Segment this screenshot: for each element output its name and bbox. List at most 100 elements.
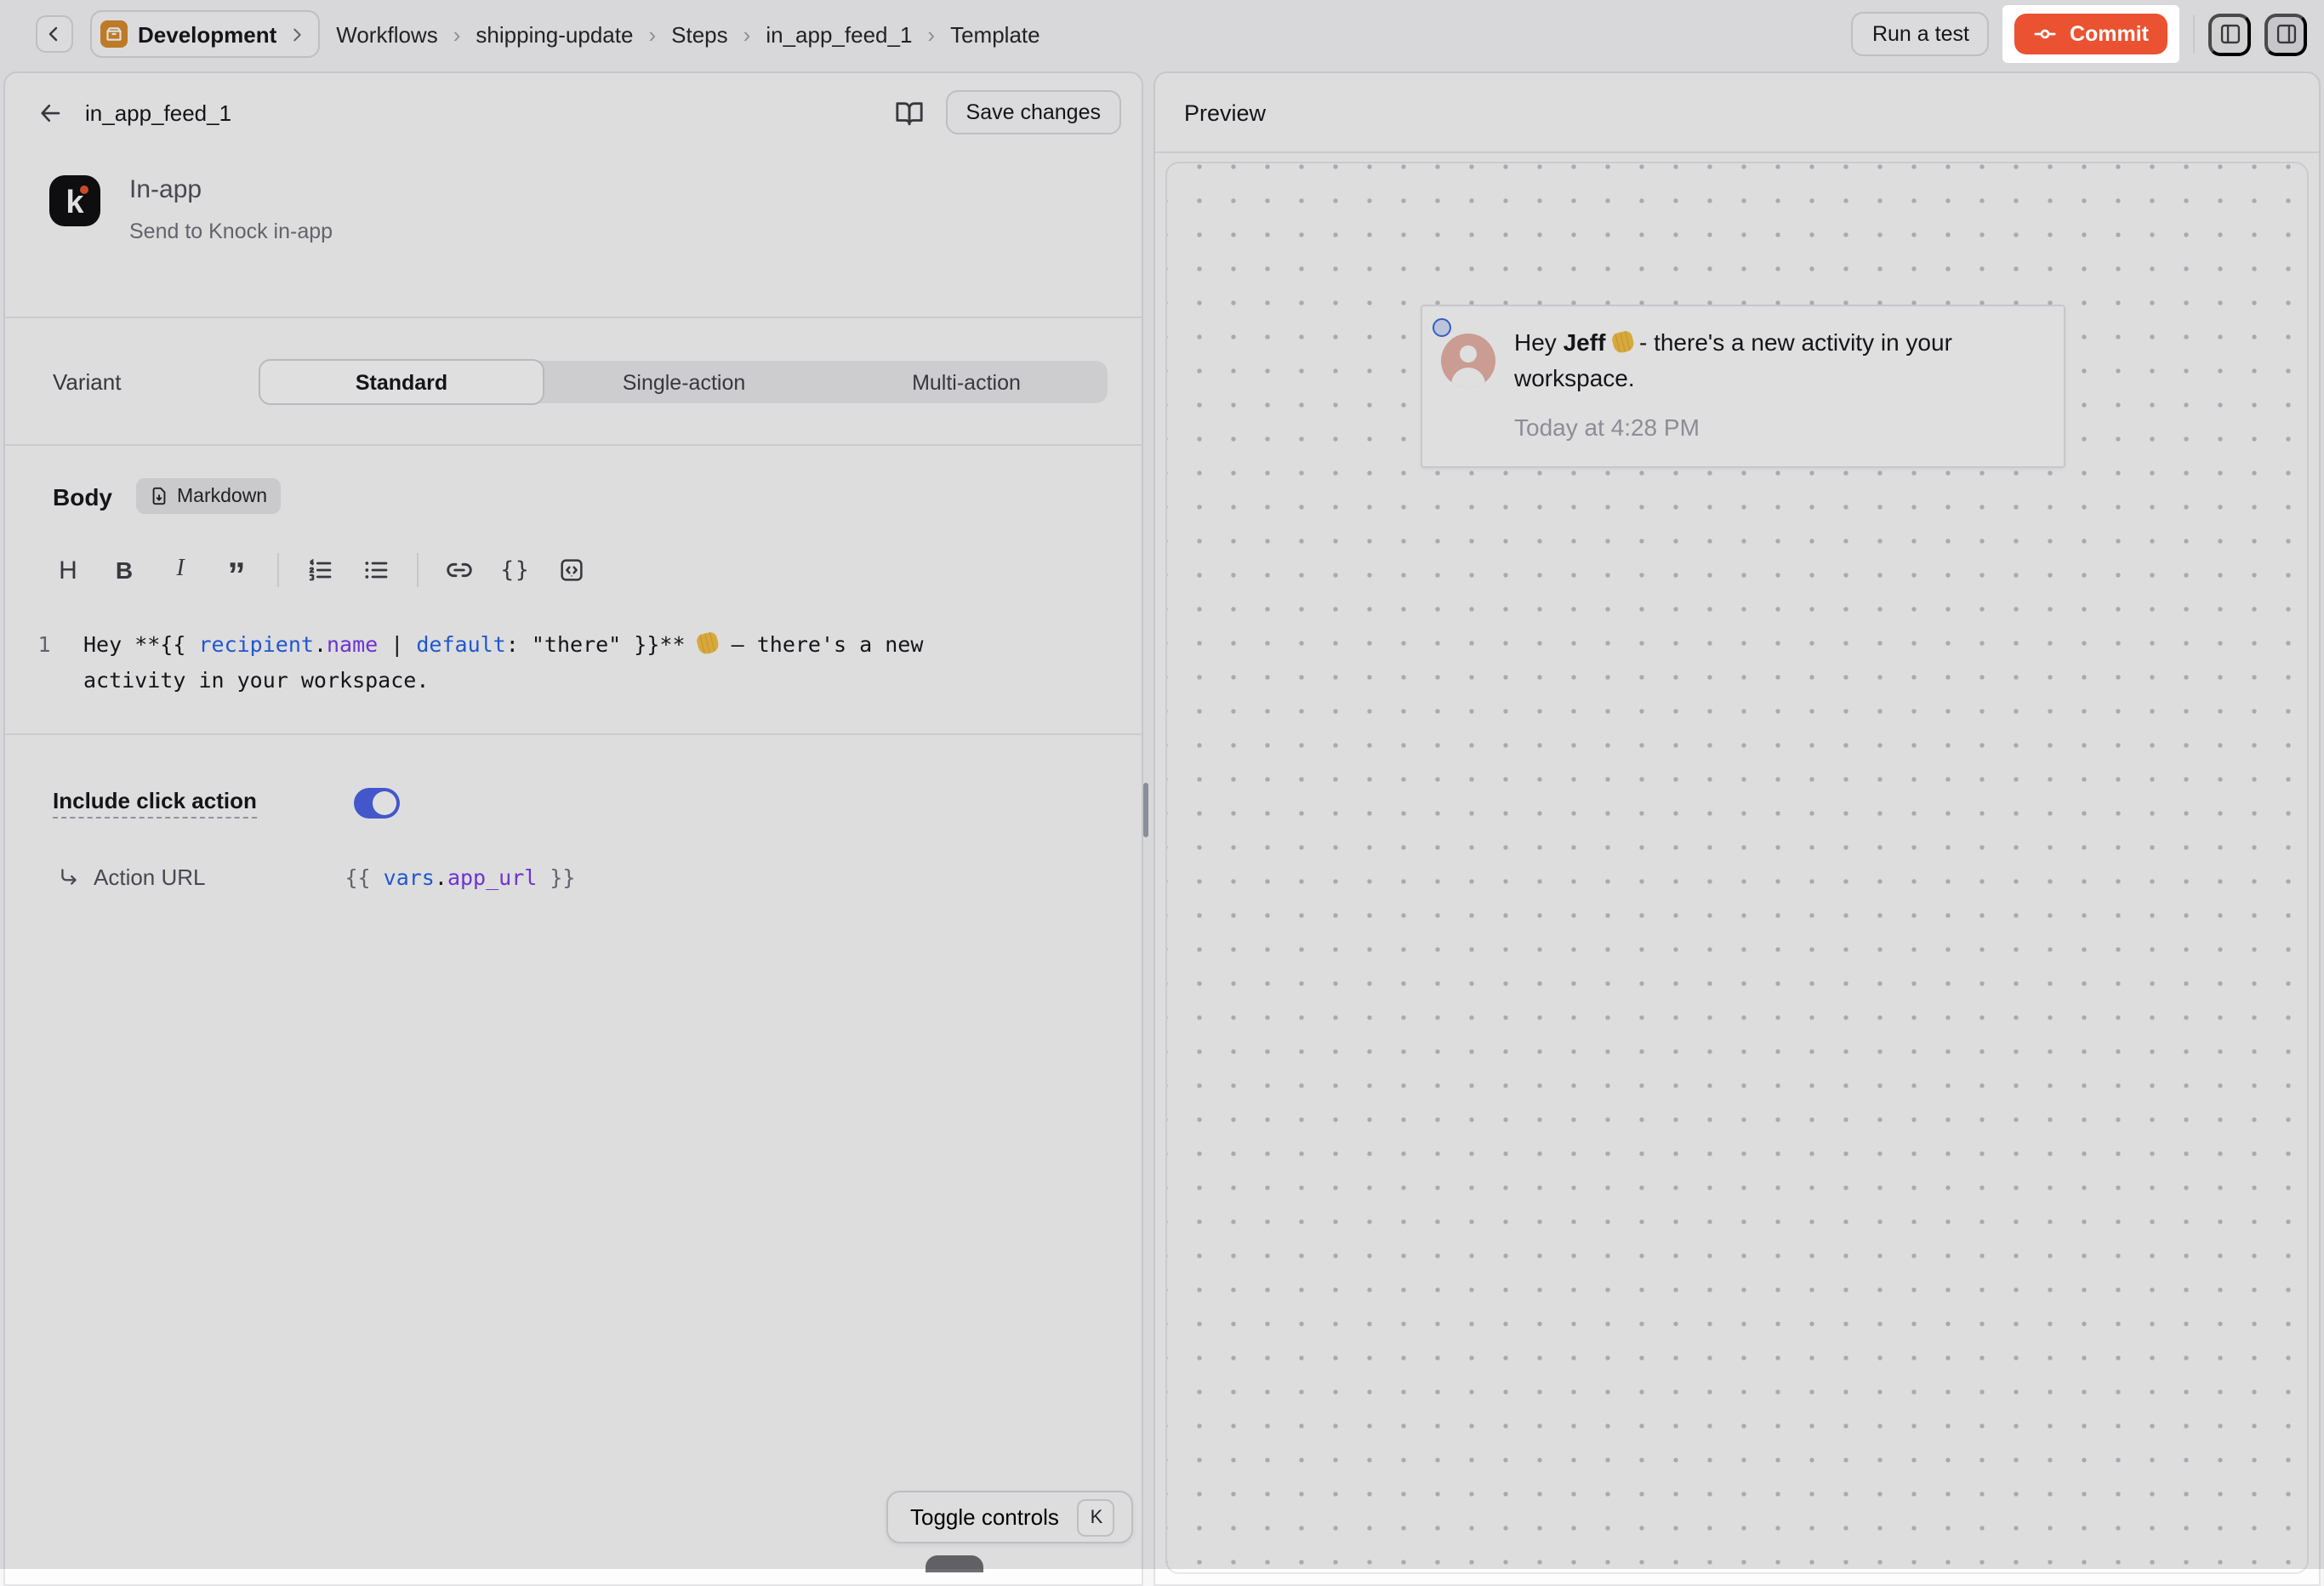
file-down-icon xyxy=(150,487,168,505)
environment-label: Development xyxy=(138,21,276,47)
unread-indicator-dot xyxy=(1433,318,1451,337)
breadcrumb-step-name[interactable]: in_app_feed_1 xyxy=(766,21,912,47)
code-token-variable: recipient xyxy=(198,631,313,657)
chevron-right-icon: › xyxy=(453,21,461,47)
include-click-action-row: Include click action xyxy=(5,735,1142,819)
corner-down-right-icon xyxy=(58,866,80,888)
toggle-controls-label: Toggle controls xyxy=(910,1504,1059,1530)
save-changes-button[interactable]: Save changes xyxy=(946,90,1121,134)
url-token: . xyxy=(435,864,447,890)
chevron-right-icon: › xyxy=(648,21,656,47)
chevron-right-icon: › xyxy=(743,21,751,47)
format-badge[interactable]: Markdown xyxy=(136,478,281,514)
git-commit-icon xyxy=(2034,22,2058,46)
breadcrumb-template[interactable]: Template xyxy=(950,21,1040,47)
ordered-list-icon xyxy=(306,556,333,584)
include-click-action-label: Include click action xyxy=(53,788,257,819)
keyboard-shortcut-badge: K xyxy=(1078,1498,1115,1536)
code-block-icon xyxy=(558,556,585,584)
commit-spotlight: Commit xyxy=(2003,5,2179,63)
ordered-list-button[interactable] xyxy=(305,555,335,585)
preview-title: Preview xyxy=(1184,100,1266,125)
code-content: Hey **{{ recipient.name | default: "ther… xyxy=(83,626,1104,698)
link-icon xyxy=(446,556,473,584)
commit-label: Commit xyxy=(2070,22,2149,46)
liquid-code-button[interactable] xyxy=(556,555,587,585)
wave-emoji xyxy=(1610,329,1635,354)
code-token: . xyxy=(314,631,327,657)
back-to-step-button[interactable] xyxy=(37,100,63,125)
chevron-left-icon xyxy=(44,24,65,44)
variant-option-multi-action[interactable]: Multi-action xyxy=(825,361,1108,403)
template-editor-panel: in_app_feed_1 Save changes k In-app Send… xyxy=(3,71,1143,1586)
breadcrumb-workflows[interactable]: Workflows xyxy=(336,21,437,47)
url-token: }} xyxy=(537,864,575,890)
run-a-test-button[interactable]: Run a test xyxy=(1852,12,1990,56)
variant-segmented-control: Standard Single-action Multi-action xyxy=(260,361,1108,403)
code-token: – there's a new xyxy=(719,631,924,657)
app-window: Development Workflows › shipping-update … xyxy=(0,0,2324,1569)
docs-button[interactable] xyxy=(895,98,924,127)
body-section-header: Body Markdown xyxy=(5,446,1142,514)
blockquote-button[interactable]: ” xyxy=(221,555,252,585)
book-open-icon xyxy=(895,98,924,127)
chevron-right-icon xyxy=(287,25,305,43)
action-url-label: Action URL xyxy=(94,864,206,890)
url-token: {{ xyxy=(345,864,384,890)
environment-selector[interactable]: Development xyxy=(90,10,319,58)
line-number: 1 xyxy=(5,626,83,698)
action-url-row: Action URL {{ vars.app_url }} xyxy=(5,819,1142,890)
notification-card[interactable]: Hey Jeff - there's a new activity in you… xyxy=(1421,305,2065,468)
variant-option-standard[interactable]: Standard xyxy=(259,359,544,405)
step-name: in_app_feed_1 xyxy=(85,100,231,125)
link-button[interactable] xyxy=(444,555,475,585)
breadcrumb-steps[interactable]: Steps xyxy=(671,21,728,47)
panel-resize-handle[interactable] xyxy=(1143,783,1148,837)
knock-channel-icon: k xyxy=(49,175,100,226)
code-line-2: activity in your workspace. xyxy=(83,667,429,693)
code-token: | xyxy=(378,631,416,657)
code-token-string: "there" xyxy=(532,631,621,657)
channel-title: In-app xyxy=(129,175,333,204)
code-token: Hey **{{ xyxy=(83,631,198,657)
code-token: : xyxy=(506,631,532,657)
chevron-right-icon: › xyxy=(927,21,935,47)
back-button[interactable] xyxy=(36,15,73,53)
action-url-value[interactable]: {{ vars.app_url }} xyxy=(345,864,576,890)
breadcrumb-workflow-name[interactable]: shipping-update xyxy=(476,21,633,47)
italic-button[interactable]: I xyxy=(165,555,196,585)
variable-button[interactable]: {} xyxy=(500,555,531,585)
toolbar-separator xyxy=(277,553,279,587)
bold-button[interactable]: B xyxy=(109,555,140,585)
editor-header: in_app_feed_1 Save changes xyxy=(5,73,1142,134)
preview-canvas: Hey Jeff - there's a new activity in you… xyxy=(1165,162,2309,1574)
heading-button[interactable]: H xyxy=(53,555,83,585)
channel-subtitle: Send to Knock in-app xyxy=(129,220,333,243)
code-token-property: name xyxy=(327,631,378,657)
preview-panel: Preview Hey Jeff - there's a new activit… xyxy=(1153,71,2321,1586)
url-token-variable: vars xyxy=(384,864,435,890)
environment-icon xyxy=(100,20,128,48)
panel-right-icon xyxy=(2274,22,2298,46)
toolbar-separator xyxy=(417,553,419,587)
variant-option-single-action[interactable]: Single-action xyxy=(543,361,825,403)
variant-label: Variant xyxy=(53,369,260,395)
avatar xyxy=(1441,334,1495,388)
channel-info: k In-app Send to Knock in-app xyxy=(5,134,1142,294)
commit-button[interactable]: Commit xyxy=(2015,14,2167,54)
toggle-right-panel-button[interactable] xyxy=(2264,13,2307,55)
toggle-left-panel-button[interactable] xyxy=(2208,13,2251,55)
code-editor[interactable]: 1 Hey **{{ recipient.name | default: "th… xyxy=(5,589,1142,698)
url-token-property: app_url xyxy=(447,864,537,890)
include-click-action-toggle[interactable] xyxy=(354,788,400,819)
code-token-filter: default xyxy=(416,631,505,657)
top-bar: Development Workflows › shipping-update … xyxy=(0,0,2324,68)
bullet-list-button[interactable] xyxy=(361,555,391,585)
toggle-controls-button[interactable]: Toggle controls K xyxy=(886,1491,1134,1543)
panel-left-icon xyxy=(2218,22,2241,46)
top-bar-actions: Run a test Commit xyxy=(1852,5,2307,63)
notification-message: Hey Jeff - there's a new activity in you… xyxy=(1514,325,2045,396)
preview-header: Preview xyxy=(1155,73,2319,151)
notification-timestamp: Today at 4:28 PM xyxy=(1514,414,1700,441)
body-label: Body xyxy=(53,482,112,510)
